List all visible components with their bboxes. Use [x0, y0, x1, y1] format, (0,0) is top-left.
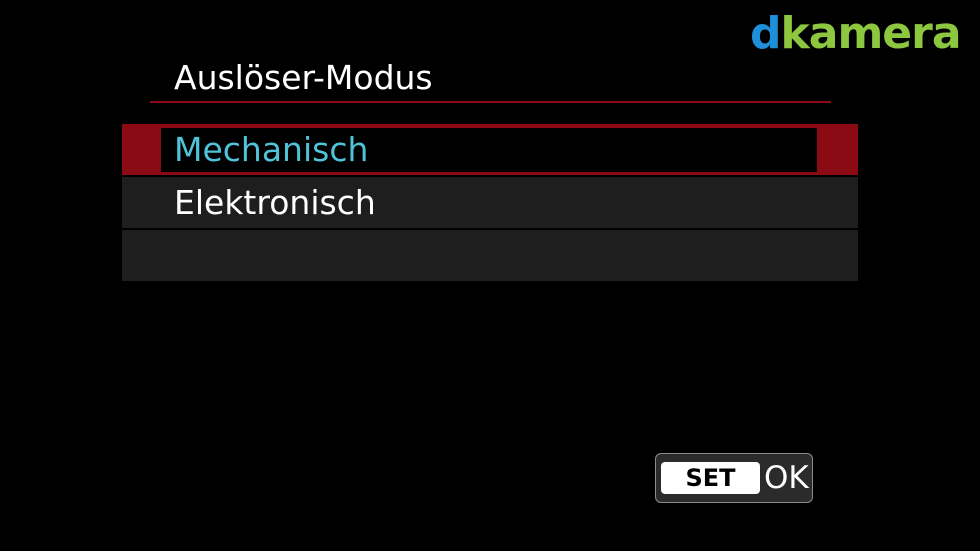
ok-label: OK — [764, 460, 809, 496]
dkamera-logo: dkamera — [750, 6, 962, 62]
set-ok-button[interactable]: SET OK — [655, 453, 813, 503]
option-list: Mechanisch Elektronisch — [122, 124, 858, 281]
option-elektronisch[interactable]: Elektronisch — [122, 177, 858, 230]
option-mechanisch[interactable]: Mechanisch — [122, 124, 858, 177]
set-key-icon: SET — [661, 462, 760, 494]
option-label: Elektronisch — [174, 183, 376, 222]
title-divider — [150, 101, 831, 103]
logo-wordmark: kamera — [780, 8, 962, 59]
option-label: Mechanisch — [174, 130, 369, 169]
option-empty-row — [122, 230, 858, 281]
logo-letter-d: d — [750, 8, 781, 59]
menu-title: Auslöser-Modus — [174, 58, 433, 97]
